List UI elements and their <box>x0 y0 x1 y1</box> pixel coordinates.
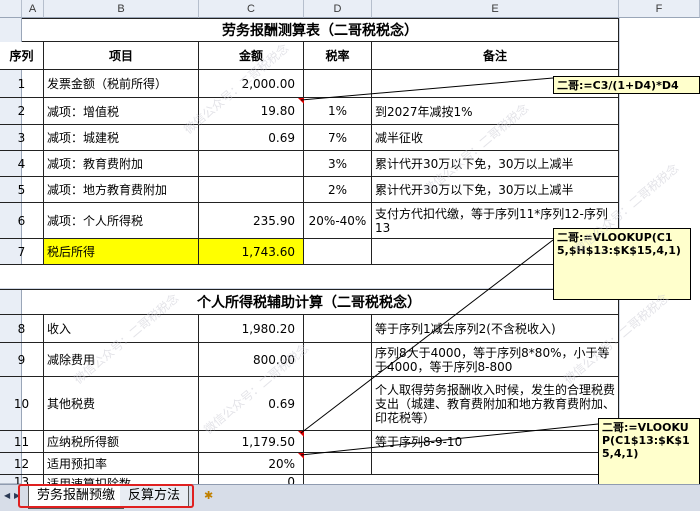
table-row-10-rate[interactable] <box>304 377 372 431</box>
table-row-5-seq[interactable]: 5 <box>0 177 44 203</box>
table-row-11-note[interactable]: 等于序列8-9-10 <box>372 431 619 453</box>
tab-scroll-first-icon[interactable]: ◀ <box>4 491 12 501</box>
header-amount[interactable]: 金额 <box>199 42 304 70</box>
table-row-4-seq[interactable]: 4 <box>0 151 44 177</box>
table-row-2-item[interactable]: 减项：增值税 <box>44 98 199 125</box>
comment-box-vlookup-1[interactable]: 二哥:=VLOOKUP(C15,$H$13:$K$15,4,1) <box>553 228 691 300</box>
table-row-3-item[interactable]: 减项：城建税 <box>44 125 199 151</box>
table-row-4-note[interactable]: 累计代开30万以下免，30万以上减半 <box>372 151 619 177</box>
table-row-4-amount[interactable] <box>199 151 304 177</box>
column-header-b[interactable]: B <box>44 0 199 18</box>
comment-indicator <box>298 431 304 437</box>
table-row-5-amount[interactable] <box>199 177 304 203</box>
table-row-1-rate[interactable] <box>304 70 372 98</box>
table-row-12-rate[interactable] <box>304 453 372 475</box>
table-row-8-rate[interactable] <box>304 315 372 343</box>
comment-indicator <box>298 98 304 104</box>
table-row-12-note[interactable] <box>372 453 619 475</box>
table-row-7-rate[interactable] <box>304 239 372 265</box>
comment-box-vlookup-2[interactable]: 二哥:=VLOOKUP(C1$13:$K$15,4,1) <box>598 418 700 486</box>
table-row-12-item[interactable]: 适用预扣率 <box>44 453 199 475</box>
highlight-box <box>18 484 194 508</box>
table-row-4-item[interactable]: 减项：教育费附加 <box>44 151 199 177</box>
table-row-11-amount[interactable]: 1,179.50 <box>199 431 304 453</box>
comment-box-vat-formula[interactable]: 二哥:=C3/(1+D4)*D4 <box>553 76 700 94</box>
corner-cell[interactable] <box>0 0 22 18</box>
table-row-2-rate[interactable]: 1% <box>304 98 372 125</box>
table-row-11-item[interactable]: 应纳税所得额 <box>44 431 199 453</box>
table-row-9-seq[interactable]: 9 <box>0 343 44 377</box>
table-row-10-amount[interactable]: 0.69 <box>199 377 304 431</box>
table-row-6-rate[interactable]: 20%-40% <box>304 203 372 239</box>
table-row-2-note[interactable]: 到2027年减按1% <box>372 98 619 125</box>
table-row-3-amount[interactable]: 0.69 <box>199 125 304 151</box>
header-seq-full: 序列 <box>0 42 44 70</box>
table-row-3-note[interactable]: 减半征收 <box>372 125 619 151</box>
table-row-10-item[interactable]: 其他税费 <box>44 377 199 431</box>
table-row-9-note[interactable]: 序列8大于4000，等于序列8*80%，小于等于4000，等于序列8-800 <box>372 343 619 377</box>
table-row-10-seq[interactable]: 10 <box>0 377 44 431</box>
table-row-11-rate[interactable] <box>304 431 372 453</box>
table-row-5-rate[interactable]: 2% <box>304 177 372 203</box>
table-row-12-amount[interactable]: 20% <box>199 453 304 475</box>
table-row-5-note[interactable]: 累计代开30万以下免，30万以上减半 <box>372 177 619 203</box>
table-row-7-item[interactable]: 税后所得 <box>44 239 199 265</box>
table-row-12-seq[interactable]: 12 <box>0 453 44 475</box>
column-header-d[interactable]: D <box>304 0 372 18</box>
table-row-5-item[interactable]: 减项：地方教育费附加 <box>44 177 199 203</box>
table1-title[interactable]: 劳务报酬测算表（二哥税税念） <box>22 18 619 42</box>
column-header-c[interactable]: C <box>199 0 304 18</box>
spacer-row <box>0 265 619 289</box>
table-row-1-amount[interactable]: 2,000.00 <box>199 70 304 98</box>
column-header-e[interactable]: E <box>372 0 619 18</box>
table-row-6-item[interactable]: 减项：个人所得税 <box>44 203 199 239</box>
table-row-6-amount[interactable]: 235.90 <box>199 203 304 239</box>
comment-indicator <box>298 453 304 459</box>
table-row-1-item[interactable]: 发票金额（税前所得） <box>44 70 199 98</box>
table-row-1-seq[interactable]: 1 <box>0 70 44 98</box>
header-note[interactable]: 备注 <box>372 42 619 70</box>
table-row-8-note[interactable]: 等于序列1减去序列2(不含税收入) <box>372 315 619 343</box>
table-row-9-amount[interactable]: 800.00 <box>199 343 304 377</box>
table-row-7-seq[interactable]: 7 <box>0 239 44 265</box>
table-row-3-seq[interactable]: 3 <box>0 125 44 151</box>
table-row-6-seq[interactable]: 6 <box>0 203 44 239</box>
column-header-a[interactable]: A <box>22 0 44 18</box>
table-row-10-note[interactable]: 个人取得劳务报酬收入时候，发生的合理税费支出（城建、教育费附加和地方教育费附加、… <box>372 377 619 431</box>
table-row-7-amount[interactable]: 1,743.60 <box>199 239 304 265</box>
table-row-8-item[interactable]: 收入 <box>44 315 199 343</box>
table-row-11-seq[interactable]: 11 <box>0 431 44 453</box>
header-item[interactable]: 项目 <box>44 42 199 70</box>
table2-title[interactable]: 个人所得税辅助计算（二哥税税念） <box>0 289 619 315</box>
table-row-2-seq[interactable]: 2 <box>0 98 44 125</box>
table-row-2-amount[interactable]: 19.80 <box>199 98 304 125</box>
table-row-9-item[interactable]: 减除费用 <box>44 343 199 377</box>
table-row-8-seq[interactable]: 8 <box>0 315 44 343</box>
table-row-9-rate[interactable] <box>304 343 372 377</box>
table-row-3-rate[interactable]: 7% <box>304 125 372 151</box>
table-row-4-rate[interactable]: 3% <box>304 151 372 177</box>
table-row-8-amount[interactable]: 1,980.20 <box>199 315 304 343</box>
column-header-f[interactable]: F <box>619 0 700 18</box>
insert-sheet-icon[interactable]: ✱ <box>196 485 221 507</box>
header-rate[interactable]: 税率 <box>304 42 372 70</box>
